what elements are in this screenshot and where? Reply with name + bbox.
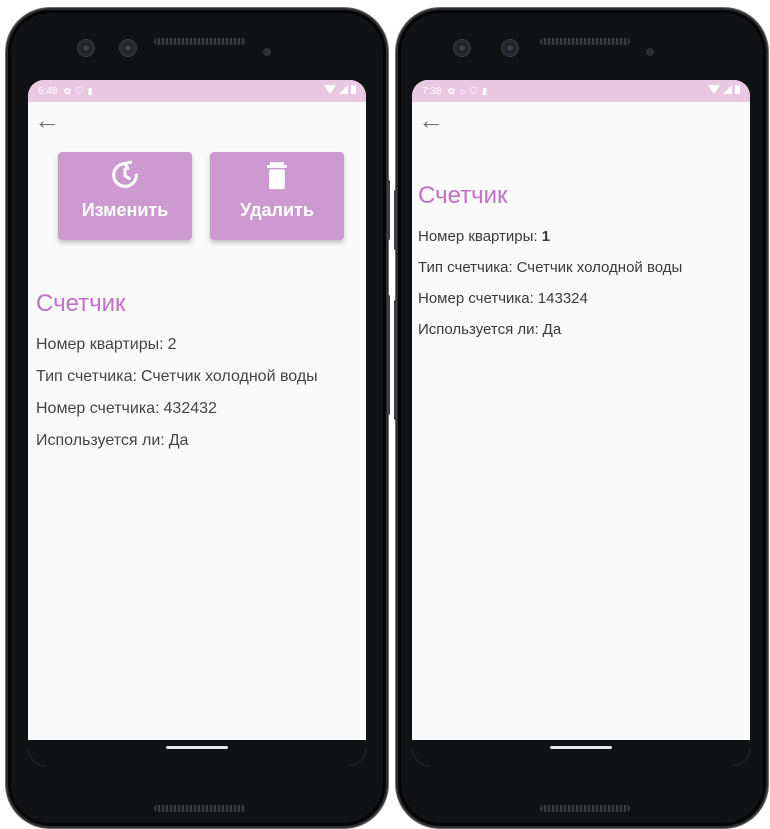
- field-label: Номер счетчика:: [36, 400, 160, 417]
- front-sensor-icon: [120, 40, 136, 56]
- field-in-use: Используется ли: Да: [36, 432, 362, 450]
- volume-key: [387, 180, 390, 240]
- back-arrow-icon[interactable]: ←: [418, 107, 448, 133]
- bottom-speaker: [540, 805, 630, 812]
- field-value: 2: [167, 336, 177, 353]
- field-label: Тип счетчика:: [36, 368, 137, 385]
- home-gesture-handle[interactable]: [166, 746, 228, 749]
- status-time: 7:38: [422, 85, 442, 97]
- field-meter-number: Номер счетчика: 143324: [418, 290, 746, 307]
- front-camera-icon: [454, 40, 470, 56]
- field-meter-type: Тип счетчика: Счетчик холодной воды: [36, 368, 362, 386]
- field-value: Счетчик холодной воды: [516, 259, 683, 276]
- section-title: Счетчик: [418, 182, 508, 209]
- wifi-icon: [708, 85, 720, 94]
- section-title: Счетчик: [36, 290, 126, 317]
- power-key: [394, 300, 397, 420]
- power-key: [387, 295, 390, 415]
- phone-right: 7:38 ✿ ⌂ ⛉ ▮ ← Счетчик Номер квартиры: 1 …: [394, 8, 768, 828]
- edit-button[interactable]: Изменить: [58, 152, 192, 240]
- phone-left: 6:48 ✿ ⛉ ▮ ← Изменить Удалить Счетчик Но…: [6, 8, 390, 828]
- edit-button-label: Изменить: [81, 200, 169, 220]
- sd-card-status-icon: ▮: [87, 85, 93, 96]
- proximity-sensor: [646, 48, 654, 56]
- field-meter-number: Номер счетчика: 432432: [36, 400, 362, 418]
- field-meter-type: Тип счетчика: Счетчик холодной воды: [418, 259, 746, 276]
- status-time: 6:48: [38, 85, 58, 97]
- wifi-icon: [324, 85, 336, 94]
- field-value: 432432: [163, 400, 217, 417]
- battery-icon: [351, 85, 356, 94]
- sd-card-status-icon: ▮: [482, 85, 488, 96]
- delete-button[interactable]: Удалить: [210, 152, 344, 240]
- earpiece-speaker: [540, 38, 630, 45]
- meter-details: Счетчик Номер квартиры: 1 Тип счетчика: Сч…: [418, 182, 746, 352]
- back-arrow-icon[interactable]: ←: [34, 107, 64, 133]
- field-label: Номер квартиры:: [36, 336, 164, 353]
- meter-details: Счетчик Номер квартиры: 2 Тип счетчика: Сч…: [36, 290, 362, 464]
- shield-status-icon: ⛉: [470, 85, 478, 96]
- settings-status-icon: ✿: [63, 85, 72, 96]
- field-value: Да: [542, 321, 562, 338]
- field-label: Тип счетчика:: [418, 259, 513, 276]
- field-value: Счетчик холодной воды: [140, 368, 318, 385]
- field-label: Номер квартиры:: [418, 228, 538, 245]
- field-apartment-number: Номер квартиры: 1: [418, 228, 746, 245]
- home-status-icon: ⌂: [460, 86, 466, 96]
- battery-icon: [735, 85, 740, 94]
- status-bar: 6:48 ✿ ⛉ ▮: [28, 80, 366, 102]
- field-in-use: Используется ли: Да: [418, 321, 746, 338]
- field-label: Номер счетчика:: [418, 290, 534, 307]
- gesture-nav-bar: [28, 740, 366, 766]
- proximity-sensor: [263, 48, 271, 56]
- shield-status-icon: ⛉: [76, 85, 83, 96]
- volume-key: [394, 190, 397, 250]
- field-value: 1: [541, 228, 550, 245]
- field-label: Используется ли:: [36, 432, 165, 449]
- status-bar: 7:38 ✿ ⌂ ⛉ ▮: [412, 80, 750, 102]
- screen: 7:38 ✿ ⌂ ⛉ ▮ ← Счетчик Номер квартиры: 1 …: [412, 80, 750, 766]
- settings-status-icon: ✿: [447, 85, 456, 96]
- bottom-speaker: [154, 805, 246, 812]
- history-icon: [112, 160, 138, 188]
- field-apartment-number: Номер квартиры: 2: [36, 336, 362, 354]
- delete-button-label: Удалить: [240, 200, 314, 220]
- action-buttons: Изменить Удалить: [28, 152, 366, 242]
- gesture-nav-bar: [412, 740, 750, 766]
- trash-icon: [267, 162, 287, 190]
- cell-signal-icon: [723, 85, 732, 94]
- home-gesture-handle[interactable]: [550, 746, 612, 749]
- field-value: Да: [168, 432, 189, 449]
- earpiece-speaker: [154, 38, 246, 45]
- front-camera-icon: [78, 40, 94, 56]
- screen: 6:48 ✿ ⛉ ▮ ← Изменить Удалить Счетчик Но…: [28, 80, 366, 766]
- field-value: 143324: [537, 290, 588, 307]
- cell-signal-icon: [339, 85, 348, 94]
- front-sensor-icon: [502, 40, 518, 56]
- field-label: Используется ли:: [418, 321, 539, 338]
